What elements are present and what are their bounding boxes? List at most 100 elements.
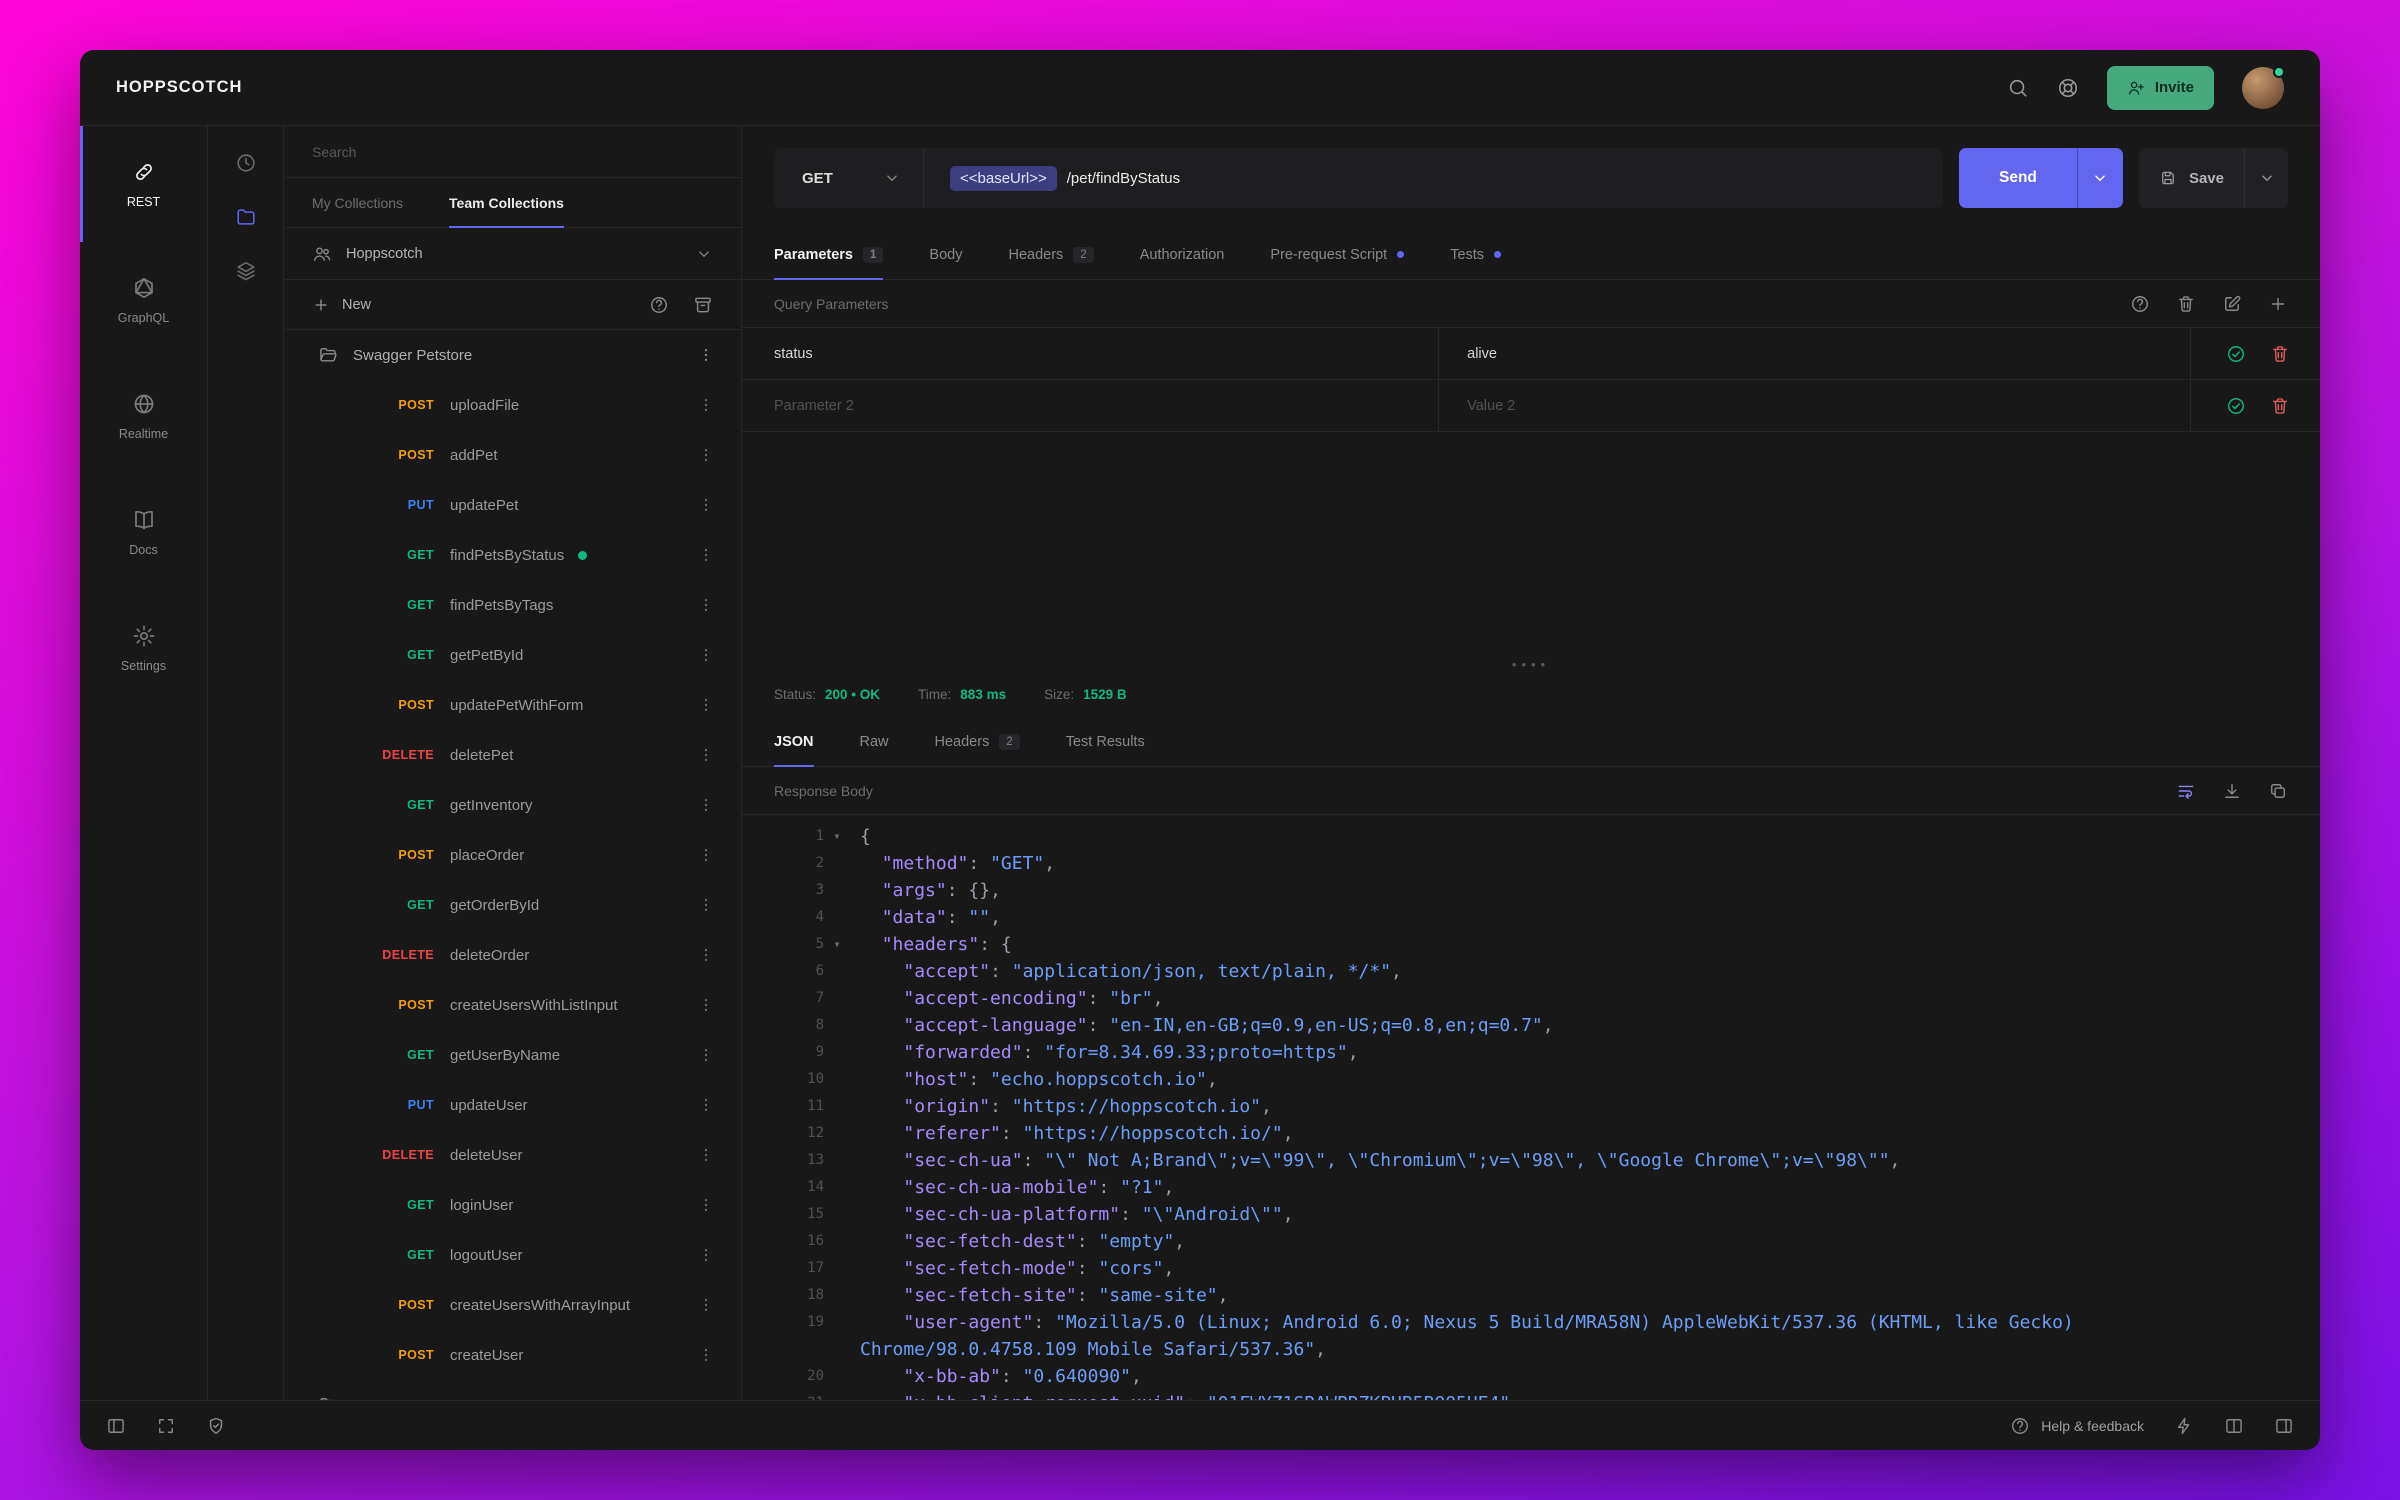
options-kebab-icon[interactable] xyxy=(697,546,715,564)
send-button[interactable]: Send xyxy=(1958,148,2077,208)
clear-all-icon[interactable] xyxy=(2176,294,2196,314)
avatar[interactable] xyxy=(2242,65,2285,109)
request-addpet[interactable]: POST addPet xyxy=(284,430,741,480)
add-parameter-icon[interactable] xyxy=(2268,294,2288,314)
options-kebab-icon[interactable] xyxy=(697,746,715,764)
request-placeorder[interactable]: POST placeOrder xyxy=(284,830,741,880)
column-layout-icon[interactable] xyxy=(2224,1416,2244,1436)
collapse-right-panel-icon[interactable] xyxy=(2274,1416,2294,1436)
collapse-sidebar-icon[interactable] xyxy=(106,1416,126,1436)
interceptor-shield-icon[interactable] xyxy=(206,1416,226,1436)
request-createuser[interactable]: POST createUser xyxy=(284,1330,741,1380)
param-key-input[interactable] xyxy=(774,397,1411,414)
options-kebab-icon[interactable] xyxy=(697,1346,715,1364)
param-delete-icon[interactable] xyxy=(2270,396,2290,416)
bulk-edit-icon[interactable] xyxy=(2222,294,2242,314)
request-tab-headers[interactable]: Headers 2 xyxy=(1008,230,1094,279)
app-logo[interactable]: HOPPSCOTCH xyxy=(116,78,242,97)
primary-nav-graphql[interactable]: GraphQL xyxy=(80,242,207,358)
options-kebab-icon[interactable] xyxy=(697,796,715,814)
options-kebab-icon[interactable] xyxy=(697,996,715,1014)
request-getpetbyid[interactable]: GET getPetById xyxy=(284,630,741,680)
request-getinventory[interactable]: GET getInventory xyxy=(284,780,741,830)
response-tab-test-results[interactable]: Test Results xyxy=(1066,717,1145,766)
copy-icon[interactable] xyxy=(2268,781,2288,801)
shortcuts-icon[interactable] xyxy=(2174,1416,2194,1436)
request-deletepet[interactable]: DELETE deletePet xyxy=(284,730,741,780)
request-tab-authorization[interactable]: Authorization xyxy=(1140,230,1225,279)
param-active-check-icon[interactable] xyxy=(2226,396,2246,416)
param-value-input[interactable] xyxy=(1467,397,2162,414)
options-kebab-icon[interactable] xyxy=(697,696,715,714)
request-createuserswithlistinput[interactable]: POST createUsersWithListInput xyxy=(284,980,741,1030)
options-kebab-icon[interactable] xyxy=(697,1096,715,1114)
search-icon[interactable] xyxy=(2007,77,2029,99)
primary-nav-settings[interactable]: Settings xyxy=(80,590,207,706)
request-tab-tests[interactable]: Tests xyxy=(1450,230,1502,279)
options-kebab-icon[interactable] xyxy=(697,446,715,464)
send-options-button[interactable] xyxy=(2076,148,2123,208)
collection-folder[interactable] xyxy=(284,1380,741,1400)
request-getorderbyid[interactable]: GET getOrderById xyxy=(284,880,741,930)
request-updatepetwithform[interactable]: POST updatePetWithForm xyxy=(284,680,741,730)
param-key-input[interactable] xyxy=(774,345,1411,362)
mini-nav-collections[interactable] xyxy=(235,206,257,228)
help-circle-icon[interactable] xyxy=(649,295,669,315)
team-selector[interactable]: Hoppscotch xyxy=(284,228,741,280)
request-deleteorder[interactable]: DELETE deleteOrder xyxy=(284,930,741,980)
response-tab-raw[interactable]: Raw xyxy=(860,717,889,766)
response-tab-json[interactable]: JSON xyxy=(774,717,814,767)
import-export-icon[interactable] xyxy=(693,295,713,315)
param-active-check-icon[interactable] xyxy=(2226,344,2246,364)
options-kebab-icon[interactable] xyxy=(697,846,715,864)
primary-nav-realtime[interactable]: Realtime xyxy=(80,358,207,474)
invite-button[interactable]: Invite xyxy=(2106,65,2214,110)
new-collection-button[interactable]: New xyxy=(312,296,371,314)
url-input[interactable]: <<baseUrl>> /pet/findByStatus xyxy=(924,165,1943,191)
options-kebab-icon[interactable] xyxy=(697,896,715,914)
request-tab-parameters[interactable]: Parameters 1 xyxy=(774,230,884,280)
options-kebab-icon[interactable] xyxy=(697,1146,715,1164)
mini-nav-environments[interactable] xyxy=(235,260,257,282)
help-feedback-button[interactable]: Help & feedback xyxy=(2010,1416,2144,1436)
search-input[interactable] xyxy=(312,143,713,160)
request-uploadfile[interactable]: POST uploadFile xyxy=(284,380,741,430)
wrap-lines-icon[interactable] xyxy=(2176,781,2196,801)
request-tab-pre-request-script[interactable]: Pre-request Script xyxy=(1270,230,1405,279)
request-findpetsbystatus[interactable]: GET findPetsByStatus xyxy=(284,530,741,580)
primary-nav-docs[interactable]: Docs xyxy=(80,474,207,590)
request-findpetsbytags[interactable]: GET findPetsByTags xyxy=(284,580,741,630)
options-kebab-icon[interactable] xyxy=(697,396,715,414)
options-kebab-icon[interactable] xyxy=(697,1296,715,1314)
request-updateuser[interactable]: PUT updateUser xyxy=(284,1080,741,1130)
collections-tab-my-collections[interactable]: My Collections xyxy=(312,178,403,227)
param-value-input[interactable] xyxy=(1467,345,2162,362)
request-updatepet[interactable]: PUT updatePet xyxy=(284,480,741,530)
fold-toggle-icon[interactable]: ▾ xyxy=(824,931,850,958)
request-getuserbyname[interactable]: GET getUserByName xyxy=(284,1030,741,1080)
expand-icon[interactable] xyxy=(156,1416,176,1436)
collections-tab-team-collections[interactable]: Team Collections xyxy=(449,178,564,228)
options-kebab-icon[interactable] xyxy=(697,946,715,964)
options-kebab-icon[interactable] xyxy=(697,496,715,514)
request-logoutuser[interactable]: GET logoutUser xyxy=(284,1230,741,1280)
request-loginuser[interactable]: GET loginUser xyxy=(284,1180,741,1230)
collection-folder-swagger-petstore[interactable]: Swagger Petstore xyxy=(284,330,741,380)
options-kebab-icon[interactable] xyxy=(697,1196,715,1214)
method-selector[interactable]: GET xyxy=(774,148,924,208)
options-kebab-icon[interactable] xyxy=(697,646,715,664)
support-icon[interactable] xyxy=(2057,77,2079,99)
response-tab-headers[interactable]: Headers 2 xyxy=(935,717,1020,766)
pane-resize-handle[interactable]: •••• xyxy=(742,657,2320,671)
save-button[interactable]: Save xyxy=(2138,148,2244,208)
response-body-code[interactable]: 1 ▾{2 "method": "GET", 3 "args": {}, 4 "dat… xyxy=(742,815,2320,1400)
request-deleteuser[interactable]: DELETE deleteUser xyxy=(284,1130,741,1180)
options-kebab-icon[interactable] xyxy=(697,1246,715,1264)
param-delete-icon[interactable] xyxy=(2270,344,2290,364)
download-icon[interactable] xyxy=(2222,781,2242,801)
help-circle-icon[interactable] xyxy=(2130,294,2150,314)
save-options-button[interactable] xyxy=(2244,148,2288,208)
fold-toggle-icon[interactable]: ▾ xyxy=(824,823,850,850)
mini-nav-history[interactable] xyxy=(235,152,257,174)
options-kebab-icon[interactable] xyxy=(697,346,715,364)
